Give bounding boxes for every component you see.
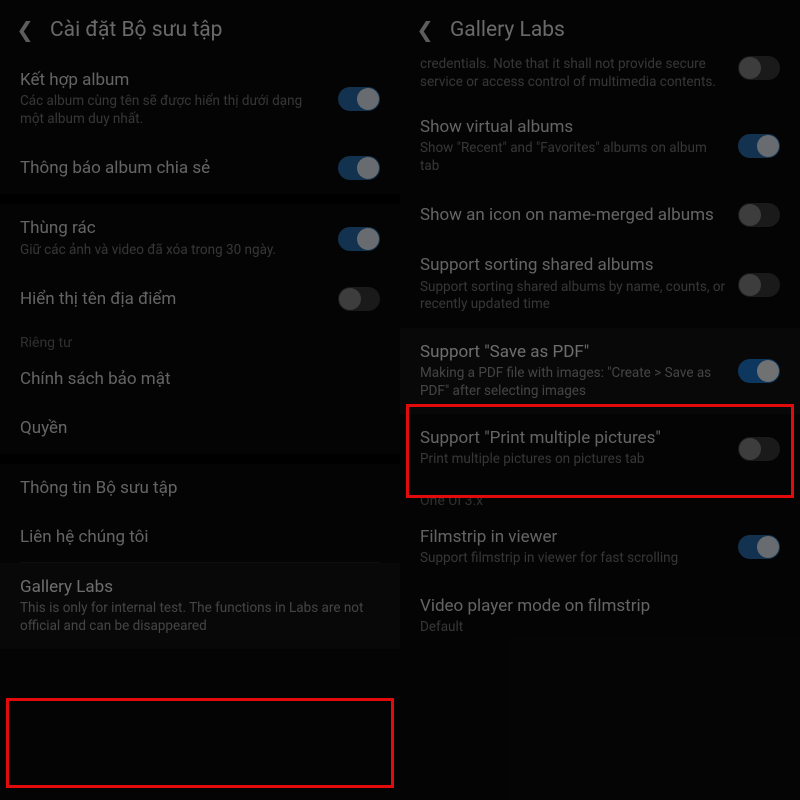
highlight-gallery-labs bbox=[6, 698, 394, 788]
row-save-as-pdf[interactable]: Support "Save as PDF" Making a PDF file … bbox=[400, 328, 800, 414]
page-title: Gallery Labs bbox=[450, 18, 565, 42]
fragment-text: credentials. Note that it shall not prov… bbox=[420, 56, 738, 91]
toggle-share-notification[interactable] bbox=[338, 156, 380, 180]
back-icon[interactable]: ❮ bbox=[414, 19, 436, 41]
row-print-multiple[interactable]: Support "Print multiple pictures" Print … bbox=[400, 414, 800, 483]
toggle-show-location[interactable] bbox=[338, 287, 380, 311]
row-merged-icon[interactable]: Show an icon on name-merged albums bbox=[400, 189, 800, 241]
row-title: Filmstrip in viewer bbox=[420, 527, 728, 548]
row-subtitle: This is only for internal test. The func… bbox=[20, 600, 370, 635]
row-subtitle: Default bbox=[420, 619, 770, 637]
row-privacy-policy[interactable]: Chính sách bảo mật bbox=[0, 355, 400, 404]
row-title: Show an icon on name-merged albums bbox=[420, 205, 728, 226]
row-title: Gallery Labs bbox=[20, 577, 370, 598]
row-credentials-fragment: credentials. Note that it shall not prov… bbox=[400, 56, 800, 103]
row-virtual-albums[interactable]: Show virtual albums Show "Recent" and "F… bbox=[400, 103, 800, 189]
row-permissions[interactable]: Quyền bbox=[0, 404, 400, 453]
toggle-credentials[interactable] bbox=[738, 56, 780, 80]
toggle-merged-icon[interactable] bbox=[738, 203, 780, 227]
row-title: Video player mode on filmstrip bbox=[420, 596, 770, 617]
toggle-save-as-pdf[interactable] bbox=[738, 359, 780, 383]
row-title: Thông tin Bộ sưu tập bbox=[20, 478, 370, 499]
toggle-filmstrip[interactable] bbox=[738, 535, 780, 559]
row-sort-shared[interactable]: Support sorting shared albums Support so… bbox=[400, 241, 800, 327]
row-gallery-labs[interactable]: Gallery Labs This is only for internal t… bbox=[0, 563, 400, 649]
row-title: Kết hợp album bbox=[20, 70, 328, 91]
toggle-print-multiple[interactable] bbox=[738, 437, 780, 461]
row-title: Support sorting shared albums bbox=[420, 255, 728, 276]
row-subtitle: Giữ các ảnh và video đã xóa trong 30 ngà… bbox=[20, 242, 328, 260]
toggle-sort-shared[interactable] bbox=[738, 273, 780, 297]
right-header: ❮ Gallery Labs bbox=[400, 0, 800, 56]
row-subtitle: Show "Recent" and "Favorites" albums on … bbox=[420, 140, 728, 175]
row-title: Quyền bbox=[20, 418, 370, 439]
row-subtitle: Support filmstrip in viewer for fast scr… bbox=[420, 550, 728, 568]
row-about-gallery[interactable]: Thông tin Bộ sưu tập bbox=[0, 464, 400, 513]
row-title: Hiển thị tên địa điểm bbox=[20, 289, 328, 310]
back-icon[interactable]: ❮ bbox=[14, 19, 36, 41]
row-title: Chính sách bảo mật bbox=[20, 369, 370, 390]
row-subtitle: Print multiple pictures on pictures tab bbox=[420, 451, 728, 469]
row-title: Show virtual albums bbox=[420, 117, 728, 138]
row-filmstrip[interactable]: Filmstrip in viewer Support filmstrip in… bbox=[400, 513, 800, 582]
left-header: ❮ Cài đặt Bộ sưu tập bbox=[0, 0, 400, 56]
row-title: Liên hệ chúng tôi bbox=[20, 527, 370, 548]
row-video-player-mode[interactable]: Video player mode on filmstrip Default bbox=[400, 582, 800, 651]
toggle-trash[interactable] bbox=[338, 227, 380, 251]
row-merge-album[interactable]: Kết hợp album Các album cùng tên sẽ được… bbox=[0, 56, 400, 142]
row-title: Support "Save as PDF" bbox=[420, 342, 728, 363]
row-title: Thùng rác bbox=[20, 218, 328, 239]
section-label-oneui: One UI 3.x bbox=[400, 483, 800, 513]
row-title: Support "Print multiple pictures" bbox=[420, 428, 728, 449]
right-panel-gallery-labs: ❮ Gallery Labs credentials. Note that it… bbox=[400, 0, 800, 800]
row-show-location[interactable]: Hiển thị tên địa điểm bbox=[0, 273, 400, 325]
toggle-virtual-albums[interactable] bbox=[738, 134, 780, 158]
dual-screenshot-container: ❮ Cài đặt Bộ sưu tập Kết hợp album Các a… bbox=[0, 0, 800, 800]
row-subtitle: Các album cùng tên sẽ được hiển thị dưới… bbox=[20, 93, 328, 128]
row-title: Thông báo album chia sẻ bbox=[20, 158, 328, 179]
row-trash[interactable]: Thùng rác Giữ các ảnh và video đã xóa tr… bbox=[0, 204, 400, 273]
page-title: Cài đặt Bộ sưu tập bbox=[50, 18, 222, 42]
row-contact-us[interactable]: Liên hệ chúng tôi bbox=[0, 513, 400, 562]
toggle-merge-album[interactable] bbox=[338, 87, 380, 111]
row-share-notification[interactable]: Thông báo album chia sẻ bbox=[0, 142, 400, 194]
row-subtitle: Support sorting shared albums by name, c… bbox=[420, 279, 728, 314]
section-label-privacy: Riêng tư bbox=[0, 325, 400, 355]
left-panel-gallery-settings: ❮ Cài đặt Bộ sưu tập Kết hợp album Các a… bbox=[0, 0, 400, 800]
row-subtitle: Making a PDF file with images: "Create >… bbox=[420, 365, 728, 400]
